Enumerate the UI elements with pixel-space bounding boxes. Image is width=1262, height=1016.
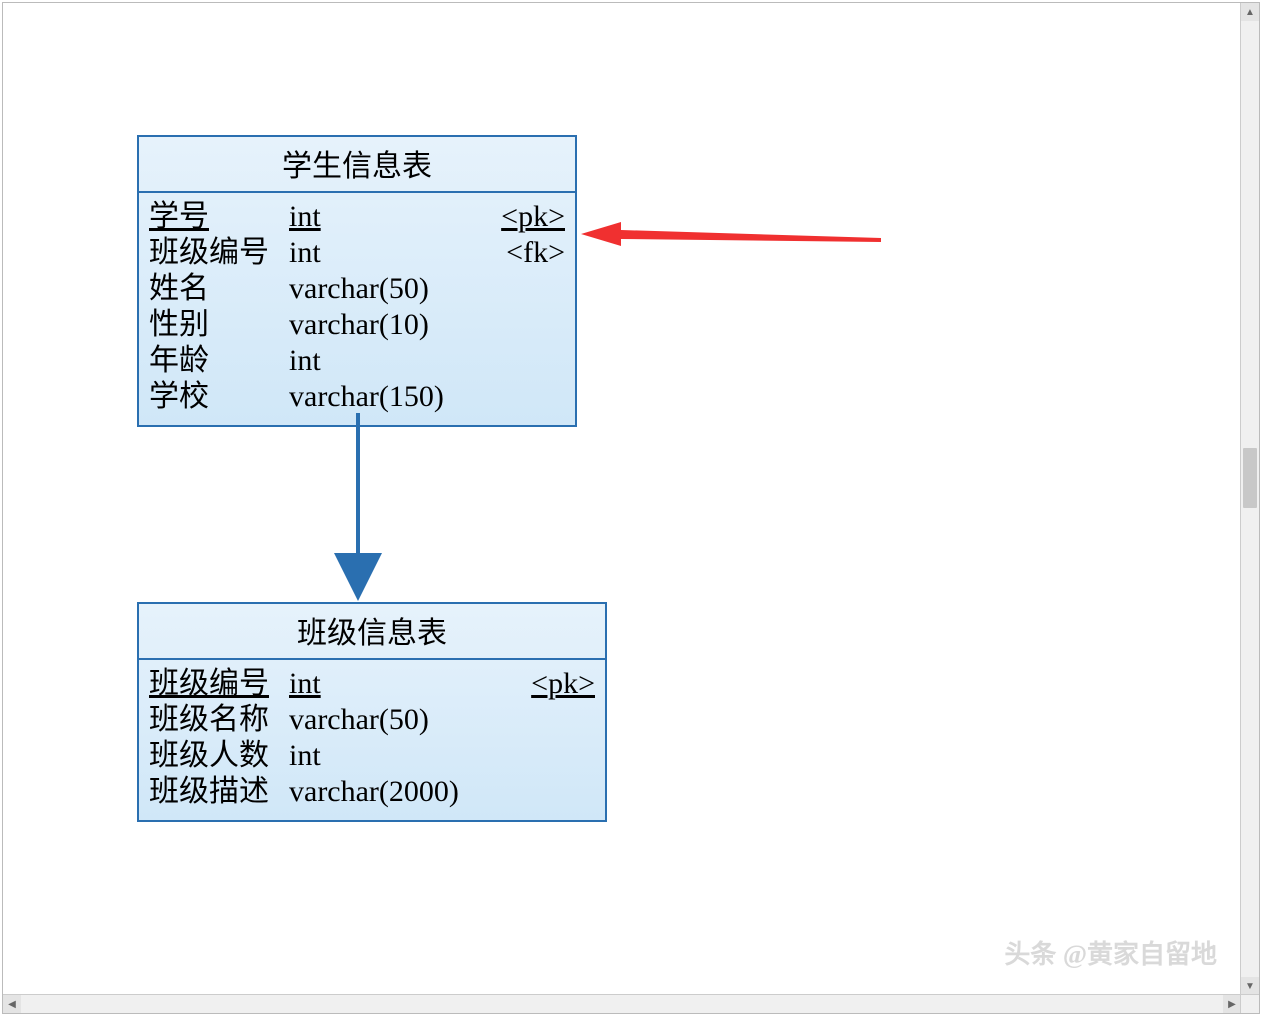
column-name: 班级描述: [149, 774, 289, 810]
column-name: 年龄: [149, 343, 289, 379]
column-name: 性别: [149, 307, 289, 343]
column-type: varchar(50): [289, 702, 515, 738]
column-name: 学校: [149, 379, 289, 415]
entity-class-title: 班级信息表: [139, 604, 605, 660]
scrollbar-corner: [1240, 994, 1259, 1013]
column-type: int: [289, 738, 515, 774]
entity-student-title: 学生信息表: [139, 137, 575, 193]
column-key: [485, 271, 565, 307]
diagram-canvas[interactable]: 学生信息表 学号int<pk>班级编号int<fk>姓名varchar(50)性…: [3, 3, 1241, 995]
column-type: varchar(50): [289, 271, 485, 307]
column-row: 班级描述varchar(2000): [149, 774, 595, 810]
column-key: <fk>: [485, 235, 565, 271]
annotation-arrow: [581, 222, 881, 246]
horizontal-scrollbar[interactable]: ◀ ▶: [3, 994, 1241, 1013]
watermark: 头条 @黄家自留地: [1004, 934, 1217, 971]
column-key: <pk>: [485, 199, 565, 235]
vertical-scrollbar[interactable]: ▲ ▼: [1240, 3, 1259, 995]
vertical-scroll-thumb[interactable]: [1243, 448, 1257, 508]
column-row: 学号int<pk>: [149, 199, 565, 235]
column-key: [485, 379, 565, 415]
column-key: <pk>: [515, 666, 595, 702]
column-key: [485, 307, 565, 343]
entity-student[interactable]: 学生信息表 学号int<pk>班级编号int<fk>姓名varchar(50)性…: [137, 135, 577, 427]
column-key: [515, 774, 595, 810]
column-row: 班级编号int<fk>: [149, 235, 565, 271]
column-key: [515, 738, 595, 774]
column-key: [485, 343, 565, 379]
column-row: 年龄int: [149, 343, 565, 379]
column-type: int: [289, 666, 515, 702]
column-row: 性别varchar(10): [149, 307, 565, 343]
scroll-up-button[interactable]: ▲: [1241, 3, 1259, 21]
entity-class[interactable]: 班级信息表 班级编号int<pk>班级名称varchar(50)班级人数int班…: [137, 602, 607, 822]
column-name: 姓名: [149, 271, 289, 307]
column-row: 学校varchar(150): [149, 379, 565, 415]
column-type: varchar(10): [289, 307, 485, 343]
column-type: varchar(2000): [289, 774, 515, 810]
scroll-right-button[interactable]: ▶: [1223, 995, 1241, 1013]
column-name: 班级编号: [149, 235, 289, 271]
column-row: 班级名称varchar(50): [149, 702, 595, 738]
column-row: 班级人数int: [149, 738, 595, 774]
column-type: int: [289, 343, 485, 379]
column-name: 班级人数: [149, 738, 289, 774]
entity-class-columns: 班级编号int<pk>班级名称varchar(50)班级人数int班级描述var…: [139, 660, 605, 820]
scroll-down-button[interactable]: ▼: [1241, 977, 1259, 995]
column-name: 班级名称: [149, 702, 289, 738]
column-row: 班级编号int<pk>: [149, 666, 595, 702]
column-name: 学号: [149, 199, 289, 235]
scroll-left-button[interactable]: ◀: [3, 995, 21, 1013]
column-type: varchar(150): [289, 379, 485, 415]
entity-student-columns: 学号int<pk>班级编号int<fk>姓名varchar(50)性别varch…: [139, 193, 575, 425]
column-key: [515, 702, 595, 738]
column-type: int: [289, 199, 485, 235]
diagram-viewport: 学生信息表 学号int<pk>班级编号int<fk>姓名varchar(50)性…: [2, 2, 1260, 1014]
column-type: int: [289, 235, 485, 271]
column-row: 姓名varchar(50): [149, 271, 565, 307]
column-name: 班级编号: [149, 666, 289, 702]
